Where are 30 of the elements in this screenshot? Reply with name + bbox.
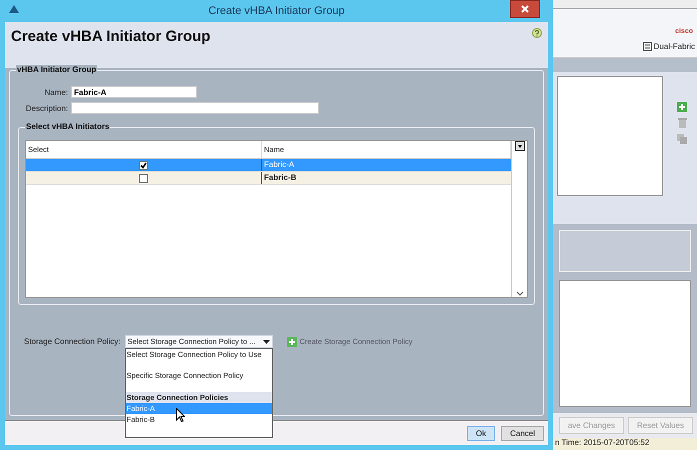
- table-cell-text: Fabric-A: [263, 159, 296, 171]
- group-title: vHBA Initiator Group: [16, 65, 98, 74]
- add-icon[interactable]: [677, 102, 687, 112]
- window-title: Create vHBA Initiator Group: [208, 5, 345, 17]
- field-label: Description:: [24, 104, 68, 112]
- ok-button[interactable]: Ok: [466, 426, 496, 440]
- scrollbar[interactable]: [511, 141, 527, 297]
- status-text: n Time: 2015-07-20T05:52: [553, 438, 697, 450]
- scroll-down-icon: [516, 291, 524, 297]
- add-icon: [286, 336, 296, 346]
- close-button[interactable]: [510, 0, 540, 18]
- field-label: Storage Connection Policy:: [24, 337, 120, 346]
- table-cell-text: Fabric-B: [263, 172, 298, 184]
- checkbox[interactable]: [139, 174, 148, 182]
- cancel-button[interactable]: Cancel: [501, 426, 544, 440]
- cursor-icon: [176, 408, 184, 422]
- toolbar-button[interactable]: Dual-Fabric: [640, 42, 697, 50]
- app-icon: [9, 5, 19, 13]
- caret-icon: [262, 340, 270, 344]
- field-label: Name:: [43, 88, 68, 96]
- table-row[interactable]: Fabric-B: [26, 172, 511, 185]
- group-title: Select vHBA Initiators: [25, 122, 110, 131]
- fabric-icon: [642, 42, 652, 50]
- description-field[interactable]: [71, 102, 319, 114]
- help-icon[interactable]: [532, 28, 542, 38]
- close-icon: [521, 5, 529, 13]
- dialog-heading: Create vHBA Initiator Group: [11, 28, 210, 45]
- checkbox[interactable]: [139, 160, 148, 170]
- column-chooser-icon: [514, 141, 524, 151]
- name-field[interactable]: Fabric-A: [71, 86, 197, 98]
